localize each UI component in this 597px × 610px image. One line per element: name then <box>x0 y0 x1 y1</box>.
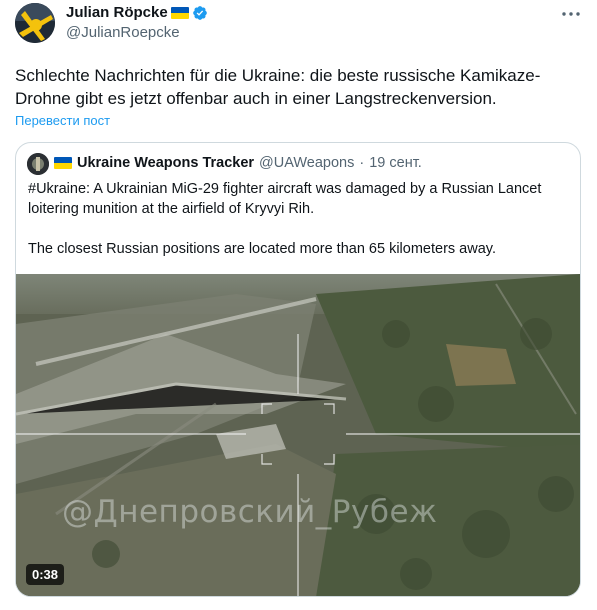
aerial-video-frame <box>16 274 580 596</box>
tweet-text: Schlechte Nachrichten für die Ukraine: d… <box>15 66 541 108</box>
quoted-avatar[interactable] <box>27 153 49 175</box>
author-handle[interactable]: @JulianRoepcke <box>66 24 180 41</box>
author-display-name[interactable]: Julian Röpcke <box>66 4 168 21</box>
more-options-icon[interactable] <box>561 4 581 24</box>
quoted-handle[interactable]: @UAWeapons <box>259 155 354 171</box>
separator-dot: · <box>359 155 365 171</box>
video-duration-badge: 0:38 <box>26 564 65 585</box>
translate-post-link[interactable]: Перевести пост <box>15 113 110 128</box>
video-player[interactable]: @Днепровский_Рубеж 0:38 <box>16 274 580 596</box>
author-avatar[interactable] <box>15 3 55 43</box>
quoted-display-name[interactable]: Ukraine Weapons Tracker <box>77 155 254 171</box>
quoted-paragraph-2: The closest Russian positions are locate… <box>28 241 496 257</box>
quoted-tweet[interactable]: Ukraine Weapons Tracker @UAWeapons · 19 … <box>15 142 581 597</box>
ukraine-flag-icon <box>170 6 189 19</box>
verified-badge-icon[interactable] <box>192 5 208 21</box>
ukraine-flag-icon <box>54 157 72 169</box>
quoted-date[interactable]: 19 сент. <box>369 155 422 171</box>
video-watermark: @Днепровский_Рубеж <box>62 494 438 530</box>
quoted-paragraph-1: #Ukraine: A Ukrainian MiG-29 fighter air… <box>28 181 542 217</box>
quoted-text: #Ukraine: A Ukrainian MiG-29 fighter air… <box>28 179 568 259</box>
